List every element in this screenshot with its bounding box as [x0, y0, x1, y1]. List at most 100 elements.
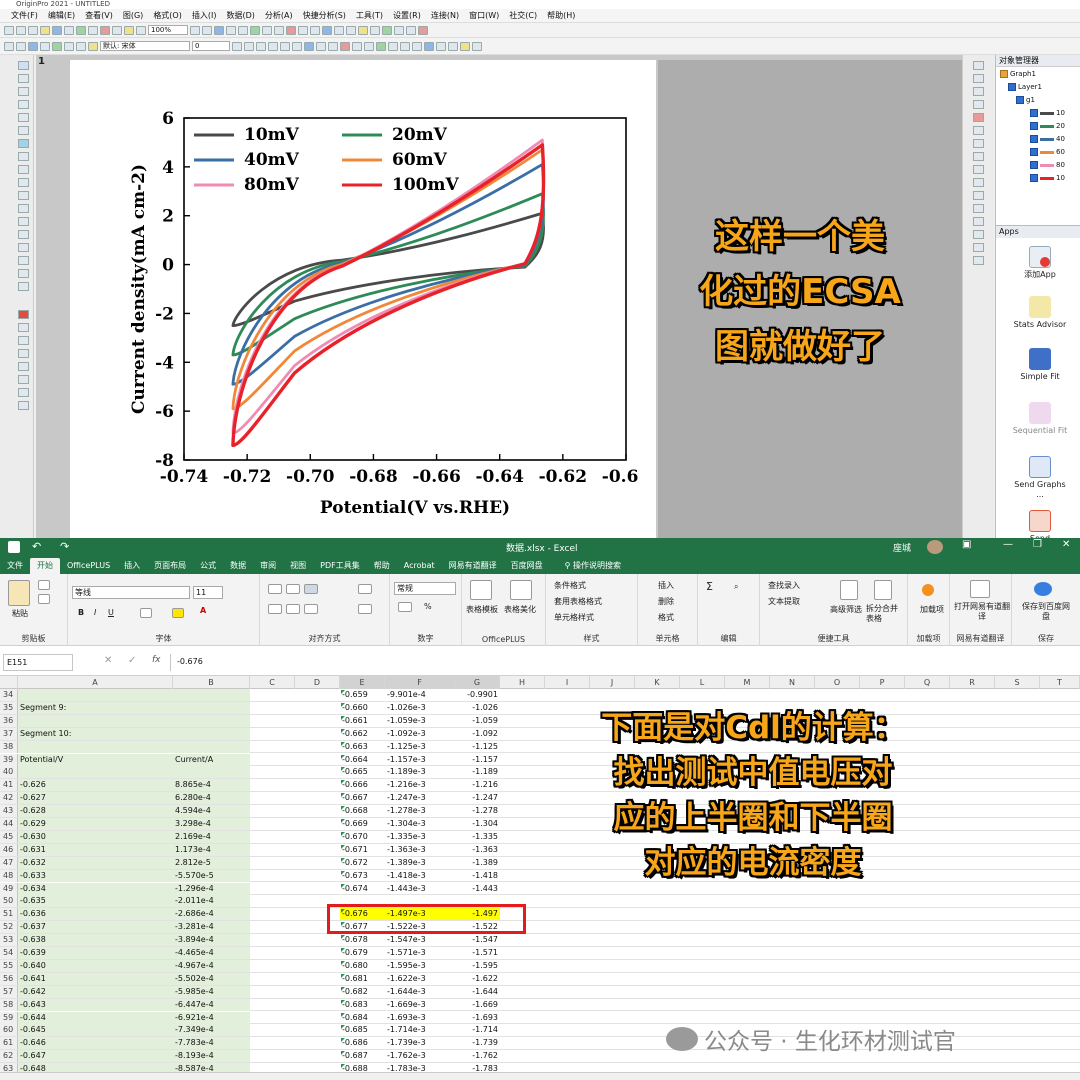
menu-item-11[interactable]: 连接(N): [426, 10, 464, 21]
cell-a[interactable]: -0.626: [18, 779, 173, 792]
align-middle-icon[interactable]: [286, 584, 300, 594]
save-icon[interactable]: [52, 25, 62, 35]
cell-f[interactable]: -1.278e-3: [385, 805, 455, 817]
tab-10[interactable]: 帮助: [367, 558, 397, 574]
layer-icon[interactable]: [214, 25, 224, 35]
cell-b[interactable]: -3.281e-4: [173, 921, 250, 934]
column-header-S[interactable]: S: [995, 676, 1040, 689]
cell-f[interactable]: -1.157e-3: [385, 754, 455, 766]
addin-button[interactable]: 加载项: [920, 604, 944, 615]
row-header[interactable]: 47: [0, 856, 18, 869]
font-size-select[interactable]: 0: [192, 41, 230, 51]
row-header[interactable]: 36: [0, 714, 18, 727]
cell-g[interactable]: -1.739: [455, 1037, 500, 1049]
zoom-out-icon[interactable]: [202, 25, 212, 35]
cell-b[interactable]: -1.296e-4: [173, 882, 250, 895]
menu-item-2[interactable]: 查看(V): [80, 10, 118, 21]
cell-e[interactable]: -0.665: [340, 766, 385, 778]
cell-f[interactable]: -1.693e-3: [385, 1012, 455, 1024]
column-header-Q[interactable]: Q: [905, 676, 950, 689]
stat-icon[interactable]: [418, 25, 428, 35]
cell-a[interactable]: -0.633: [18, 869, 173, 882]
menu-item-1[interactable]: 编辑(E): [43, 10, 80, 21]
font-color-icon[interactable]: [304, 41, 314, 51]
cell-e[interactable]: -0.671: [340, 844, 385, 856]
column-header-K[interactable]: K: [635, 676, 680, 689]
column-header-F[interactable]: F: [385, 676, 455, 689]
addin-icon[interactable]: [922, 584, 934, 596]
row-header[interactable]: 48: [0, 869, 18, 882]
cell-f[interactable]: -1.092e-3: [385, 728, 455, 740]
cell-b[interactable]: -8.193e-4: [173, 1050, 250, 1063]
split-merge-button[interactable]: 拆分合并表格: [866, 604, 904, 624]
table-format-button[interactable]: 套用表格格式: [554, 596, 602, 607]
row-header[interactable]: 34: [0, 689, 18, 701]
layer-checkbox[interactable]: [1008, 83, 1016, 91]
column-header-T[interactable]: T: [1040, 676, 1080, 689]
zoom-pan-icon[interactable]: [18, 74, 29, 83]
row-header[interactable]: 35: [0, 701, 18, 714]
borders-icon[interactable]: [140, 608, 152, 618]
legend-icon[interactable]: [18, 375, 29, 384]
cell-g[interactable]: -1.762: [455, 1050, 500, 1062]
scatter-icon[interactable]: [370, 25, 380, 35]
align-top-icon[interactable]: [268, 584, 282, 594]
cell-b[interactable]: -6.447e-4: [173, 998, 250, 1011]
row-header[interactable]: 60: [0, 1024, 18, 1037]
tab-4[interactable]: 页面布局: [147, 558, 193, 574]
insert-table-icon[interactable]: [18, 349, 29, 358]
cell-f[interactable]: -1.304e-3: [385, 818, 455, 830]
line-width-icon[interactable]: [352, 41, 362, 51]
column-header-E[interactable]: E: [340, 676, 385, 689]
row-header[interactable]: 37: [0, 727, 18, 740]
tree-graph[interactable]: Graph1: [1000, 69, 1036, 80]
cell-a[interactable]: Potential/V: [18, 753, 173, 766]
cell-a[interactable]: [18, 740, 173, 753]
tree-plot-1[interactable]: 20: [1030, 121, 1065, 132]
cell-g[interactable]: -1.669: [455, 999, 500, 1011]
cell-f[interactable]: -1.443e-3: [385, 883, 455, 895]
date-icon[interactable]: [18, 388, 29, 397]
menu-item-7[interactable]: 分析(A): [260, 10, 298, 21]
cell-g[interactable]: -1.595: [455, 960, 500, 972]
mask-icon[interactable]: [18, 152, 29, 161]
plot-checkbox[interactable]: [1030, 174, 1038, 182]
cell-f[interactable]: -1.595e-3: [385, 960, 455, 972]
print-icon[interactable]: [88, 25, 98, 35]
rectangle-icon[interactable]: [18, 230, 29, 239]
ruler-icon[interactable]: [436, 41, 446, 51]
row-header[interactable]: 53: [0, 934, 18, 947]
align-right-icon[interactable]: [973, 113, 984, 122]
cell-f[interactable]: -1.189e-3: [385, 766, 455, 778]
link-icon[interactable]: [973, 126, 984, 135]
cell-f[interactable]: -1.247e-3: [385, 792, 455, 804]
cell-f[interactable]: -1.669e-3: [385, 999, 455, 1011]
bold-icon[interactable]: [232, 41, 242, 51]
rescale-icon[interactable]: [226, 25, 236, 35]
menu-item-10[interactable]: 设置(R): [388, 10, 426, 21]
save-icon-excel[interactable]: [8, 541, 20, 553]
cell-b[interactable]: -7.783e-4: [173, 1037, 250, 1050]
layer-back-icon[interactable]: [973, 74, 984, 83]
cell-g[interactable]: -1.278: [455, 805, 500, 817]
column-chart-icon[interactable]: [334, 25, 344, 35]
layer-manage-icon[interactable]: [88, 41, 98, 51]
cell-f[interactable]: -1.547e-3: [385, 934, 455, 946]
cell-a[interactable]: -0.628: [18, 805, 173, 818]
simple-fit-button[interactable]: Simple Fit: [1012, 348, 1068, 382]
align-left-icon[interactable]: [973, 100, 984, 109]
cell-f[interactable]: -1.418e-3: [385, 870, 455, 882]
code-builder-icon[interactable]: [322, 25, 332, 35]
tab-9[interactable]: PDF工具集: [313, 558, 367, 574]
transparency-icon[interactable]: [412, 41, 422, 51]
cell-e[interactable]: -0.683: [340, 999, 385, 1011]
row-header[interactable]: 61: [0, 1037, 18, 1050]
row-header[interactable]: 45: [0, 830, 18, 843]
tab-11[interactable]: Acrobat: [397, 558, 442, 574]
cell-b[interactable]: -4.967e-4: [173, 959, 250, 972]
text-extract-button[interactable]: 文本提取: [768, 596, 800, 607]
cell-f[interactable]: -1.125e-3: [385, 741, 455, 753]
cell-f[interactable]: -1.644e-3: [385, 986, 455, 998]
cell-a[interactable]: [18, 714, 173, 727]
cell-f[interactable]: -1.714e-3: [385, 1024, 455, 1036]
